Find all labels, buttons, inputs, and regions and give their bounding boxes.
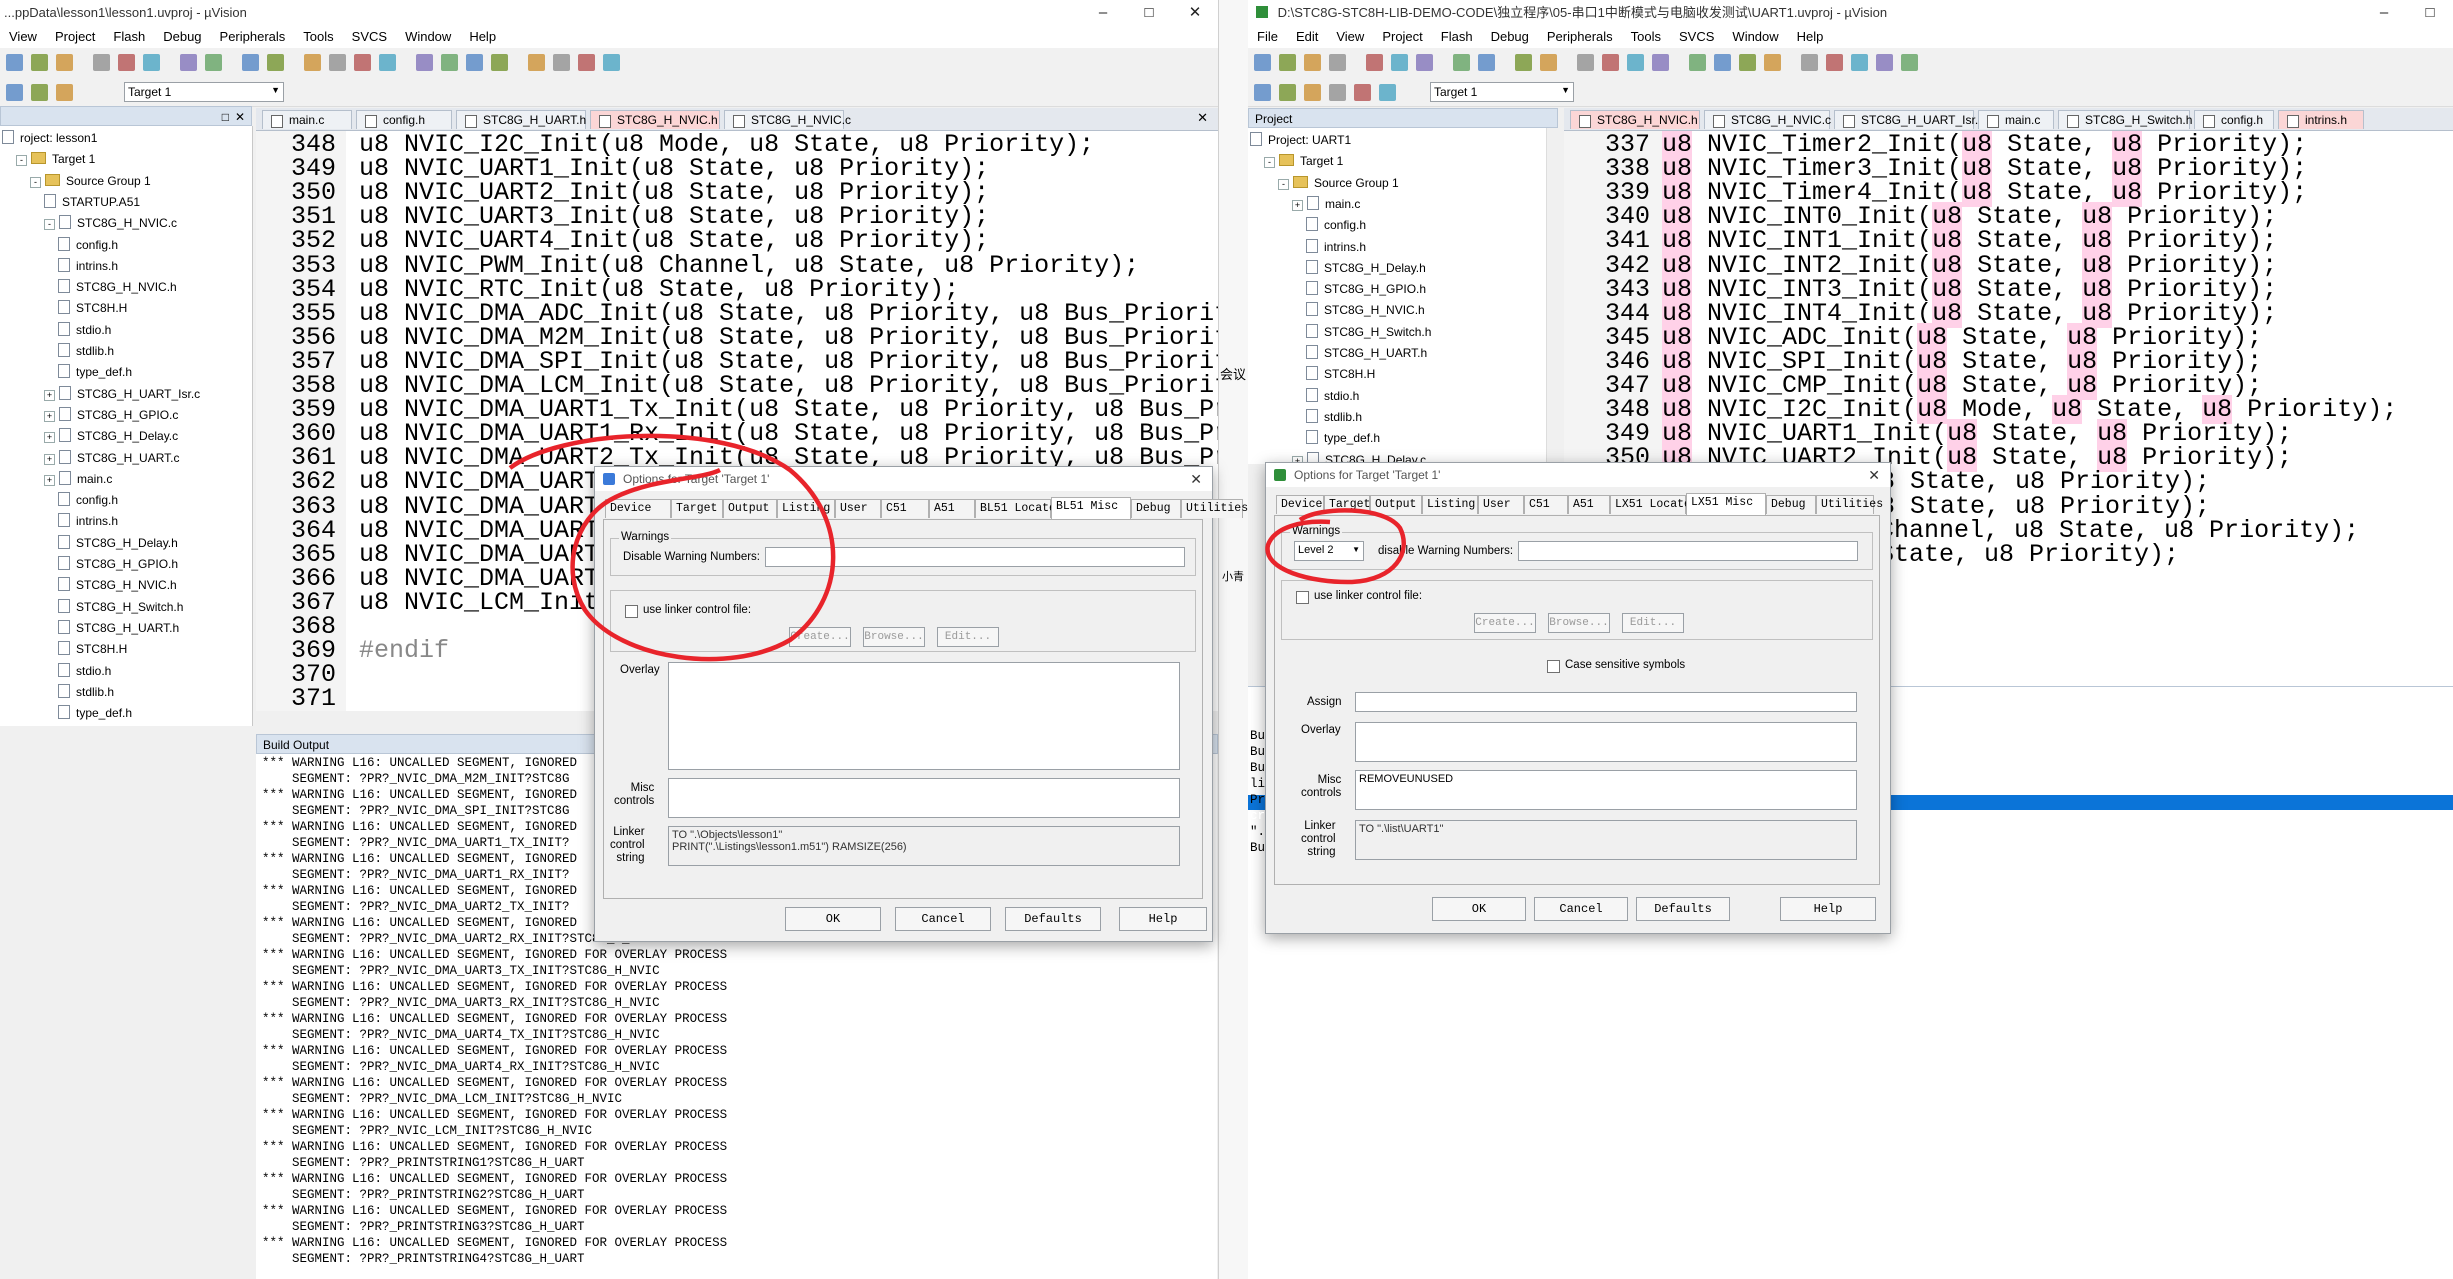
build-output-line: cr (1250, 809, 1266, 823)
right-annotation-circle (1265, 508, 1406, 585)
left-annotation-circle (508, 433, 836, 662)
red-annotation-overlay (508, 433, 1406, 662)
